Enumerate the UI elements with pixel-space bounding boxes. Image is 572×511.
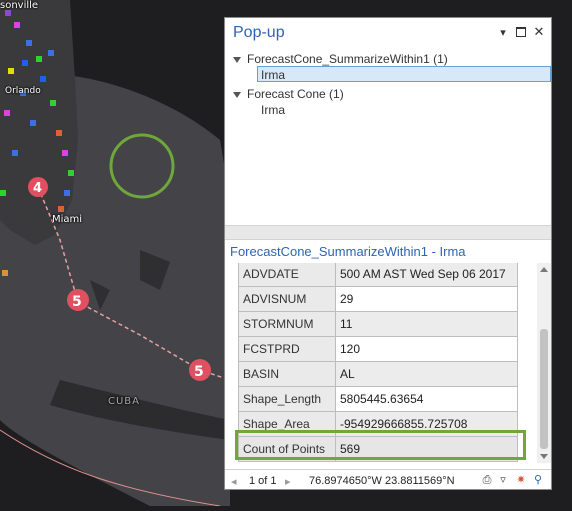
tree-layer-label: Forecast Cone (1): [247, 87, 344, 101]
attr-value: 11: [335, 311, 518, 337]
table-row: ADVDATE 500 AM AST Wed Sep 06 2017: [238, 263, 518, 287]
table-row: Shape_Length 5805445.63654: [238, 386, 518, 412]
prev-icon[interactable]: ◂: [231, 475, 237, 488]
scroll-thumb[interactable]: [540, 329, 548, 449]
tree-feature-label: Irma: [261, 103, 285, 117]
map-label-miami: Miami: [52, 214, 83, 225]
tree-layer-label: ForecastCone_SummarizeWithin1 (1): [247, 52, 448, 66]
attr-value: 5805445.63654: [335, 386, 518, 412]
close-icon[interactable]: ✕: [533, 24, 545, 39]
maximize-icon[interactable]: [515, 26, 527, 38]
tree-feature-label: Irma: [261, 68, 285, 82]
tree-layer-summarize[interactable]: ForecastCone_SummarizeWithin1 (1): [233, 51, 448, 67]
attr-key: FCSTPRD: [238, 336, 336, 362]
popup-title: Pop-up: [233, 24, 285, 41]
expand-icon[interactable]: [233, 91, 241, 98]
attr-key: STORMNUM: [238, 311, 336, 337]
attr-key: BASIN: [238, 361, 336, 387]
marker-label-1: 4: [33, 181, 42, 196]
attr-value: 120: [335, 336, 518, 362]
filter-icon[interactable]: ▿: [497, 474, 509, 486]
map-label-orlando: Orlando: [5, 86, 41, 96]
coordinate-readout: 76.8974650°W 23.8811569°N: [309, 475, 455, 487]
table-row: ADVISNUM 29: [238, 286, 518, 312]
page-indicator: 1 of 1: [249, 475, 277, 487]
count-highlight-box: [235, 430, 526, 460]
attr-key: ADVISNUM: [238, 286, 336, 312]
popup-pane: Pop-up ▾ ✕ ForecastCone_SummarizeWithin1…: [224, 17, 552, 490]
table-row: BASIN AL: [238, 361, 518, 387]
feature-tree: ForecastCone_SummarizeWithin1 (1) Irma F…: [225, 48, 551, 244]
marker-label-3: 5: [194, 364, 204, 380]
map-label-city: sonville: [0, 0, 39, 11]
table-row: STORMNUM 11: [238, 311, 518, 337]
next-icon[interactable]: ▸: [285, 475, 291, 488]
attr-value: 29: [335, 286, 518, 312]
popup-footer: ◂ 1 of 1 ▸ 76.8974650°W 23.8811569°N ⎙ ▿…: [225, 469, 551, 490]
florida-land: [0, 0, 78, 245]
attr-key: ADVDATE: [238, 263, 336, 287]
map-label-cuba: CUBA: [108, 396, 141, 407]
scroll-down-icon[interactable]: [540, 454, 548, 459]
vertical-scrollbar[interactable]: [537, 263, 551, 463]
tree-layer-cone[interactable]: Forecast Cone (1): [233, 86, 344, 102]
attr-key: Shape_Length: [238, 386, 336, 412]
marker-label-2: 5: [72, 294, 82, 310]
scroll-up-icon[interactable]: [540, 267, 548, 272]
flash-icon[interactable]: ✷: [515, 474, 527, 486]
tree-feature-irma-selected[interactable]: Irma: [257, 66, 551, 82]
attr-value: 500 AM AST Wed Sep 06 2017: [335, 263, 518, 287]
dropdown-icon[interactable]: ▾: [497, 26, 509, 39]
print-icon[interactable]: ⎙: [481, 474, 493, 486]
pane-splitter[interactable]: [225, 225, 551, 240]
attribute-title: ForecastCone_SummarizeWithin1 - Irma: [230, 244, 466, 259]
table-row: FCSTPRD 120: [238, 336, 518, 362]
attr-value: AL: [335, 361, 518, 387]
zoom-icon[interactable]: ⚲: [532, 474, 544, 486]
tree-feature-irma[interactable]: Irma: [261, 102, 285, 118]
expand-icon[interactable]: [233, 56, 241, 63]
